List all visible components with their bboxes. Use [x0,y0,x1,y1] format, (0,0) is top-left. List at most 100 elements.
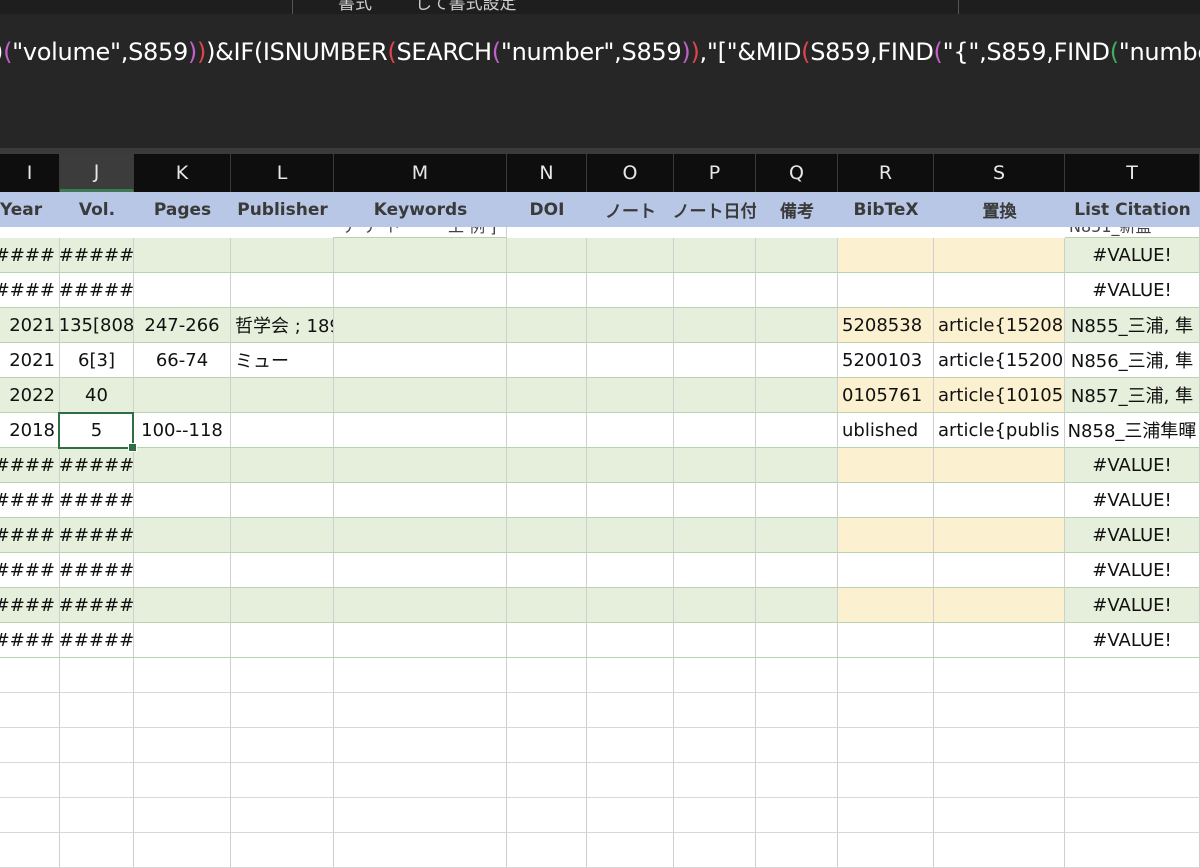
cell-j[interactable] [60,693,134,728]
cell-k[interactable] [134,798,231,833]
active-cell-selection[interactable] [58,412,137,452]
cell-m[interactable] [334,238,507,273]
cell-o[interactable] [587,658,674,693]
cell-j[interactable] [60,658,134,693]
cell-t[interactable]: #VALUE! [1065,238,1200,273]
cell-i[interactable]: ##### [0,483,60,518]
cell-s[interactable] [934,798,1065,833]
cell-t[interactable]: N858_三浦隼暉 [1065,413,1200,448]
column-header-r[interactable]: R [838,154,934,192]
cell-q[interactable] [756,413,838,448]
cell-q[interactable] [756,798,838,833]
cell-r[interactable] [838,553,934,588]
cell-k[interactable] [134,658,231,693]
cell-s[interactable] [934,693,1065,728]
cell-r[interactable]: 0105761 [838,378,934,413]
cell-o[interactable] [587,343,674,378]
cell-k[interactable]: 66-74 [134,343,231,378]
cell-t[interactable]: #VALUE! [1065,588,1200,623]
cell-o[interactable] [587,763,674,798]
cell-p[interactable] [674,273,756,308]
column-header-p[interactable]: P [674,154,756,192]
cell-t[interactable]: #VALUE! [1065,483,1200,518]
cell-o[interactable] [587,623,674,658]
cell-r[interactable] [838,273,934,308]
cell-t[interactable]: #VALUE! [1065,448,1200,483]
cell-m[interactable] [334,343,507,378]
cell-j[interactable]: ##### [60,588,134,623]
field-header[interactable]: List Citation [1065,192,1200,227]
cell-t[interactable]: #VALUE! [1065,273,1200,308]
cell-o[interactable] [587,553,674,588]
field-header[interactable]: 置換 [934,192,1065,227]
cell-q[interactable] [756,763,838,798]
cell-l[interactable] [231,483,334,518]
cell-k[interactable] [134,553,231,588]
cell-s[interactable] [934,658,1065,693]
cell-n[interactable] [507,763,587,798]
column-header-k[interactable]: K [134,154,231,192]
cell-m[interactable] [334,273,507,308]
cell-p[interactable] [674,553,756,588]
cell-l[interactable] [231,763,334,798]
column-header-q[interactable]: Q [756,154,838,192]
cell-i[interactable]: 2021 [0,343,60,378]
cell-m[interactable] [334,448,507,483]
cell-p[interactable] [674,623,756,658]
cell-s[interactable] [934,763,1065,798]
cell-i[interactable]: ##### [0,518,60,553]
cell-r[interactable] [838,588,934,623]
cell-q[interactable] [756,693,838,728]
cell-p[interactable] [674,238,756,273]
cell-r[interactable] [838,483,934,518]
cell-p[interactable] [674,378,756,413]
fill-handle[interactable] [128,443,137,452]
cell-n[interactable] [507,553,587,588]
cell-q[interactable] [756,833,838,868]
cell-j[interactable] [60,763,134,798]
cell-t[interactable] [1065,833,1200,868]
cell-l[interactable] [231,378,334,413]
cell-i[interactable] [0,833,60,868]
cell-l[interactable]: ミュー [231,343,334,378]
cell-m[interactable] [334,588,507,623]
cell-t[interactable]: N856_三浦, 隼 [1065,343,1200,378]
cell-t[interactable]: #VALUE! [1065,623,1200,658]
cell-j[interactable] [60,728,134,763]
toolbar-conditional-format-label[interactable]: して書式設定 [415,0,517,14]
cell-k[interactable] [134,763,231,798]
cell-l[interactable] [231,728,334,763]
field-header[interactable]: BibTeX [838,192,934,227]
cell-k[interactable] [134,693,231,728]
field-header[interactable]: DOI [507,192,587,227]
cell-l[interactable] [231,623,334,658]
cell-p[interactable] [674,518,756,553]
cell-s[interactable] [934,518,1065,553]
cell-j[interactable]: ##### [60,238,134,273]
cell-m[interactable] [334,833,507,868]
cell-l[interactable] [231,833,334,868]
cell-m[interactable] [334,798,507,833]
cell-j[interactable]: ##### [60,448,134,483]
cell-j[interactable] [60,798,134,833]
cell-p[interactable] [674,483,756,518]
cell-k[interactable] [134,483,231,518]
cell-n[interactable] [507,448,587,483]
field-header[interactable]: Pages [134,192,231,227]
column-header-i[interactable]: I [0,154,60,192]
cell-p[interactable] [674,588,756,623]
cell-q[interactable] [756,658,838,693]
cell-l[interactable] [231,273,334,308]
cell-n[interactable] [507,308,587,343]
cell-l[interactable]: 哲学会 ; 1892- [231,308,334,343]
cell-r[interactable] [838,518,934,553]
field-header[interactable]: Keywords [334,192,507,227]
cell-q[interactable] [756,518,838,553]
cell-l[interactable] [231,518,334,553]
cell-k[interactable] [134,833,231,868]
cell-t[interactable]: #VALUE! [1065,518,1200,553]
cell-t[interactable] [1065,728,1200,763]
column-header-t[interactable]: T [1065,154,1200,192]
cell-p[interactable] [674,728,756,763]
cell-o[interactable] [587,378,674,413]
